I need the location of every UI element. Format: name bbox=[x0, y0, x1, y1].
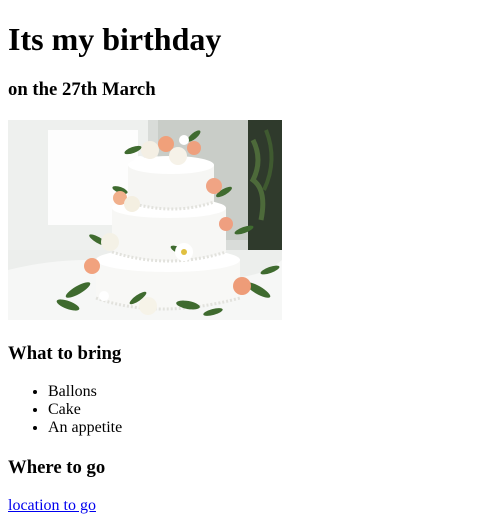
page-content: Its my birthday on the 27th March What t… bbox=[8, 0, 482, 515]
birthday-date-subtitle: on the 27th March bbox=[8, 79, 156, 100]
page-title: Its my birthday bbox=[8, 21, 222, 57]
where-to-go-heading: Where to go bbox=[8, 457, 106, 478]
list-item: Cake bbox=[48, 401, 482, 419]
location-link[interactable]: location to go bbox=[8, 497, 96, 515]
list-item: Ballons bbox=[48, 383, 482, 401]
bring-list: Ballons Cake An appetite bbox=[8, 383, 482, 437]
list-item: An appetite bbox=[48, 419, 482, 437]
what-to-bring-heading: What to bring bbox=[8, 343, 122, 364]
birthday-cake-photo bbox=[8, 120, 282, 320]
